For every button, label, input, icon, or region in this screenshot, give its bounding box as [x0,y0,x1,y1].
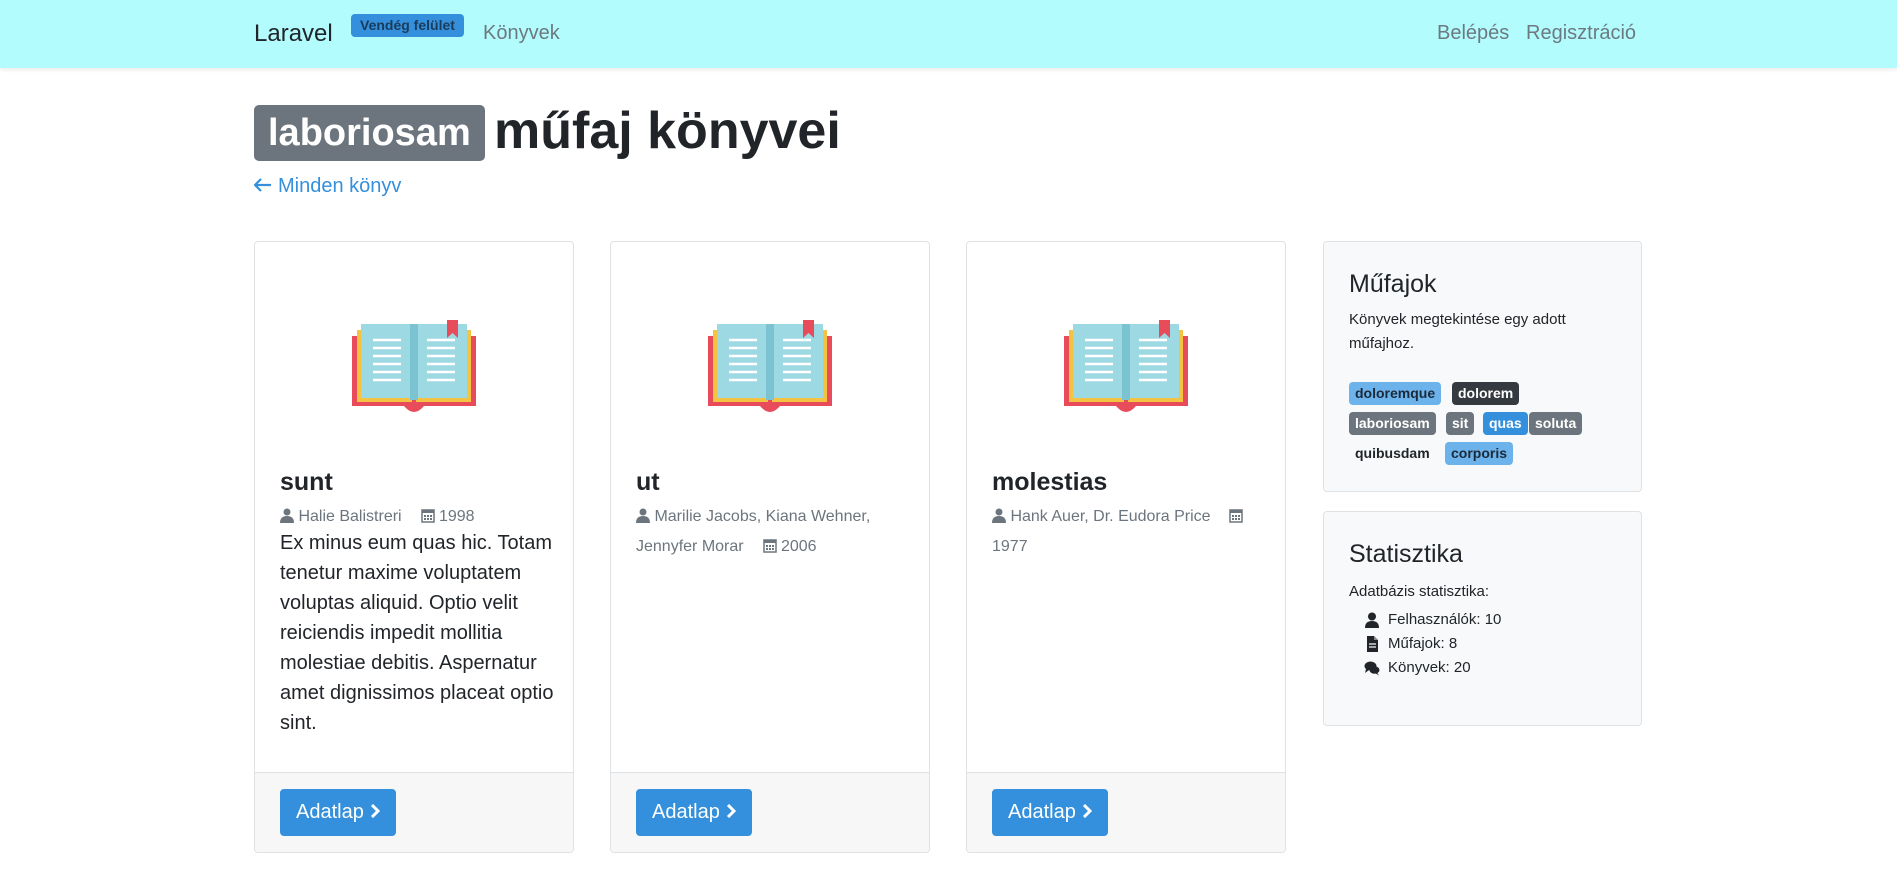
genre-tag[interactable]: dolorem [1452,382,1520,405]
page-title: műfaj könyvei [494,102,841,160]
book-description: Ex minus eum quas hic. Totam tenetur max… [280,532,554,734]
details-button-label: Adatlap [652,801,720,823]
chevron-right-icon [1082,789,1092,836]
stat-users: Felhasználók: 10 [1364,608,1501,632]
user-icon [280,508,294,523]
genre-tag[interactable]: quibusdam [1349,442,1436,465]
stat-genres-label: Műfajok: 8 [1388,635,1458,652]
book-year: 2006 [780,538,817,555]
all-books-label: Minden könyv [278,175,402,197]
stat-books: Könyvek: 20 [1364,656,1501,680]
stats-description: Adatbázis statisztika: [1349,583,1490,600]
stats-list: Felhasználók: 10 Műfajok: 8 Könyvek: 20 [1364,608,1501,680]
genres-title: Műfajok [1349,270,1437,298]
details-button[interactable]: Adatlap [992,789,1108,836]
stats-title: Statisztika [1349,540,1463,568]
genre-tag[interactable]: corporis [1445,442,1514,465]
book-title[interactable]: sunt [280,468,333,497]
calendar-icon [762,538,777,553]
genre-tag[interactable]: quas [1483,412,1528,435]
stat-users-label: Felhasználók: 10 [1388,611,1502,628]
book-authors: Halie Balistreri [298,508,402,525]
nav-login-link[interactable]: Belépés [1437,22,1509,45]
comments-icon [1364,660,1380,676]
book-authors: Hank Auer, Dr. Eudora Price [1010,508,1211,525]
all-books-link[interactable]: Minden könyv [253,175,402,198]
card-footer: Adatlap [967,772,1285,852]
book-year: 1977 [992,538,1028,555]
details-button[interactable]: Adatlap [636,789,752,836]
details-button-label: Adatlap [296,801,364,823]
genre-badge: laboriosam [254,105,485,161]
file-icon [1364,636,1380,652]
book-meta: Marilie Jacobs, Kiana Wehner, Jennyfer M… [636,502,916,562]
user-icon [992,508,1006,523]
open-book-icon [707,320,833,416]
stats-panel: Statisztika Adatbázis statisztika: Felha… [1323,511,1642,726]
calendar-icon [1229,508,1244,523]
book-year: 1998 [438,508,475,525]
user-icon [1364,612,1380,628]
book-title[interactable]: ut [636,468,660,497]
nav-books-link[interactable]: Könyvek [483,22,560,45]
book-authors: Marilie Jacobs, Kiana Wehner, Jennyfer M… [636,508,871,555]
brand-link[interactable]: Laravel [254,20,333,48]
genre-tag[interactable]: sit [1446,412,1475,435]
genres-description: Könyvek megtekintése egy adott műfajhoz. [1349,311,1566,352]
genre-tag[interactable]: laboriosam [1349,412,1436,435]
book-meta: Hank Auer, Dr. Eudora Price 1977 [992,502,1272,562]
book-card: ut Marilie Jacobs, Kiana Wehner, Jennyfe… [610,241,930,853]
user-icon [636,508,650,523]
details-button[interactable]: Adatlap [280,789,396,836]
card-footer: Adatlap [255,772,573,852]
stat-books-label: Könyvek: 20 [1388,659,1471,676]
chevron-right-icon [726,789,736,836]
nav-register-link[interactable]: Regisztráció [1526,22,1636,45]
chevron-right-icon [370,789,380,836]
calendar-icon [420,508,435,523]
genres-panel: Műfajok Könyvek megtekintése egy adott m… [1323,241,1642,492]
genre-tag[interactable]: soluta [1529,412,1583,435]
open-book-icon [1063,320,1189,416]
genre-tags: doloremque dolorem laboriosam sit quas s… [1349,382,1629,472]
book-title[interactable]: molestias [992,468,1107,497]
stat-genres: Műfajok: 8 [1364,632,1501,656]
genre-tag[interactable]: doloremque [1349,382,1442,405]
book-card: molestias Hank Auer, Dr. Eudora Price 19… [966,241,1286,853]
book-card: sunt Halie Balistreri 1998 Ex minus eum … [254,241,574,853]
open-book-icon [351,320,477,416]
navbar: Laravel Vendég felület Könyvek Belépés R… [0,0,1897,68]
guest-interface-badge: Vendég felület [351,14,464,37]
card-footer: Adatlap [611,772,929,852]
arrow-left-icon [253,175,272,198]
details-button-label: Adatlap [1008,801,1076,823]
